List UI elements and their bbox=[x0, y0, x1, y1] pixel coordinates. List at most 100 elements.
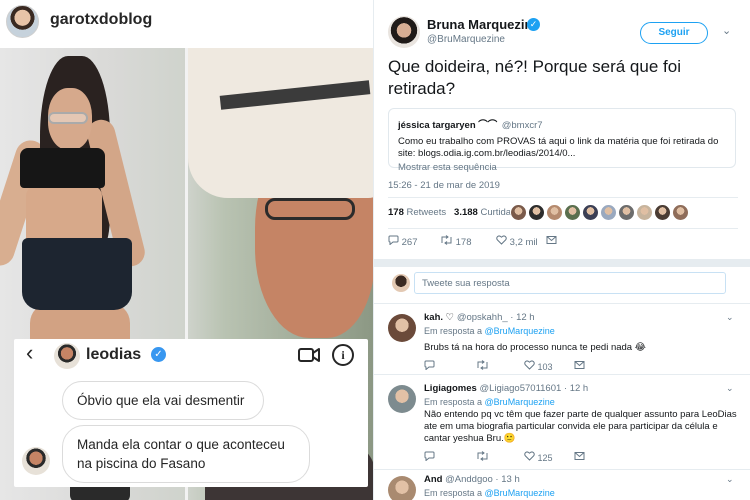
photo-sunglasses bbox=[48, 112, 88, 124]
in-reply-prefix: Em resposta a bbox=[424, 326, 483, 336]
quoted-tweet-name: jéssica targaryen ⌒⌒ bbox=[398, 120, 498, 131]
follow-button[interactable]: Seguir bbox=[640, 22, 708, 44]
liker-avatar[interactable] bbox=[636, 204, 653, 221]
retweet-action[interactable] bbox=[476, 451, 489, 463]
reply-avatar[interactable] bbox=[388, 385, 416, 413]
tweet-text: Que doideira, né?! Porque será que foi r… bbox=[388, 57, 681, 98]
retweets-label[interactable]: Retweets bbox=[407, 207, 447, 218]
reply-author[interactable]: Ligiagomes @Ligiago57011601 · 12 h bbox=[424, 383, 588, 394]
reply-action[interactable]: 267 bbox=[388, 235, 418, 248]
in-reply-to: Em resposta a @BruMarquezine bbox=[424, 488, 555, 498]
reply-action[interactable] bbox=[424, 451, 435, 463]
reply-tweet[interactable]: kah. ♡ @opskahh_ · 12 h ⌄ Em resposta a … bbox=[374, 304, 750, 375]
liker-avatar[interactable] bbox=[672, 204, 689, 221]
liker-avatar[interactable] bbox=[564, 204, 581, 221]
reply-text: Brubs tá na hora do processo nunca te pe… bbox=[424, 342, 646, 353]
tweet-author-avatar[interactable] bbox=[388, 16, 420, 48]
reply-count: 267 bbox=[401, 237, 418, 248]
liker-avatar[interactable] bbox=[618, 204, 635, 221]
dm-avatar[interactable] bbox=[54, 343, 80, 369]
dm-message: Óbvio que ela vai desmentir bbox=[62, 381, 264, 420]
show-thread-link[interactable]: Mostrar esta sequência bbox=[398, 162, 726, 173]
like-count: 125 bbox=[537, 453, 553, 463]
direct-message-screenshot: ‹ leodias ✓ i Óbvio que ela vai desmenti… bbox=[14, 339, 368, 487]
instagram-post-header: garotxdoblog bbox=[0, 0, 373, 44]
reply-text: Não entendo pq vc têm que fazer parte de… bbox=[424, 409, 737, 444]
heart-icon bbox=[496, 235, 507, 245]
chevron-down-icon[interactable]: ⌄ bbox=[726, 312, 734, 323]
reply-action[interactable] bbox=[424, 360, 435, 372]
heart-icon bbox=[524, 360, 535, 370]
photo-man-glasses bbox=[265, 198, 355, 220]
tweet-actions: 267 178 3,2 mil bbox=[388, 235, 588, 251]
liker-avatar[interactable] bbox=[510, 204, 527, 221]
verified-badge-icon: ✓ bbox=[151, 347, 166, 362]
reply-author-name: kah. ♡ bbox=[424, 312, 455, 323]
in-reply-to: Em resposta a @BruMarquezine bbox=[424, 397, 555, 407]
quoted-tweet-text: Como eu trabalho com PROVAS tá aqui o li… bbox=[398, 136, 719, 159]
reply-author-handle: @Anddgoo · 13 h bbox=[445, 474, 520, 485]
direct-message-action[interactable] bbox=[574, 360, 585, 372]
direct-message-action[interactable] bbox=[574, 451, 585, 463]
quoted-tweet[interactable]: jéssica targaryen ⌒⌒ @bmxcr7 Como eu tra… bbox=[388, 108, 736, 173]
retweet-icon bbox=[477, 360, 488, 370]
reply-author-name: And bbox=[424, 474, 443, 485]
chevron-down-icon[interactable]: ⌄ bbox=[722, 24, 731, 37]
instagram-post: garotxdoblog ‹ leodias ✓ i Óbvio que ela… bbox=[0, 0, 373, 500]
reply-author[interactable]: kah. ♡ @opskahh_ · 12 h bbox=[424, 312, 535, 323]
envelope-icon bbox=[574, 361, 585, 369]
instagram-username[interactable]: garotxdoblog bbox=[50, 11, 152, 29]
back-arrow-icon[interactable]: ‹ bbox=[26, 341, 33, 365]
avatar[interactable] bbox=[6, 5, 39, 38]
direct-message-action[interactable] bbox=[546, 235, 557, 248]
reply-actions: 125 bbox=[424, 451, 624, 465]
photo-woman-top bbox=[20, 148, 105, 188]
video-call-icon[interactable] bbox=[298, 347, 320, 363]
reply-avatar[interactable] bbox=[388, 314, 416, 342]
tweet-stats: 178 Retweets 3.188 Curtidas bbox=[388, 207, 516, 218]
reply-author[interactable]: And @Anddgoo · 13 h bbox=[424, 474, 520, 485]
in-reply-prefix: Em resposta a bbox=[424, 488, 483, 498]
like-count: 103 bbox=[537, 362, 553, 372]
liker-avatar[interactable] bbox=[528, 204, 545, 221]
in-reply-to: Em resposta a @BruMarquezine bbox=[424, 326, 555, 336]
liker-avatars[interactable] bbox=[510, 204, 730, 222]
quoted-tweet-handle: @bmxcr7 bbox=[501, 120, 543, 131]
reply-icon bbox=[424, 360, 435, 371]
tweet-author-name[interactable]: Bruna Marquezine bbox=[427, 17, 540, 32]
like-action[interactable]: 103 bbox=[524, 360, 553, 372]
info-icon[interactable]: i bbox=[332, 344, 354, 366]
twitter-tweet-view: Bruna Marquezine ✓ @BruMarquezine Seguir… bbox=[373, 0, 750, 500]
in-reply-handle[interactable]: @BruMarquezine bbox=[485, 326, 555, 336]
chevron-down-icon[interactable]: ⌄ bbox=[726, 383, 734, 394]
tweet-timestamp[interactable]: 15:26 - 21 de mar de 2019 bbox=[388, 180, 500, 191]
retweet-icon bbox=[477, 451, 488, 461]
quoted-tweet-author: jéssica targaryen ⌒⌒ @bmxcr7 bbox=[398, 115, 726, 133]
reply-tweet[interactable]: And @Anddgoo · 13 h ⌄ Em resposta a @Bru… bbox=[374, 470, 750, 500]
retweets-count[interactable]: 178 bbox=[388, 207, 404, 218]
liker-avatar[interactable] bbox=[600, 204, 617, 221]
reply-icon bbox=[424, 451, 435, 462]
verified-badge-icon: ✓ bbox=[527, 18, 540, 31]
reply-author-handle: @Ligiago57011601 · 12 h bbox=[479, 383, 589, 394]
retweet-action[interactable]: 178 bbox=[440, 235, 472, 248]
chevron-down-icon[interactable]: ⌄ bbox=[726, 474, 734, 485]
liker-avatar[interactable] bbox=[582, 204, 599, 221]
retweet-action[interactable] bbox=[476, 360, 489, 372]
in-reply-prefix: Em resposta a bbox=[424, 397, 483, 407]
envelope-icon bbox=[546, 236, 557, 244]
divider bbox=[388, 197, 738, 198]
dm-username[interactable]: leodias bbox=[86, 346, 141, 364]
like-action[interactable]: 3,2 mil bbox=[496, 235, 538, 248]
reply-input[interactable]: Tweete sua resposta bbox=[414, 272, 726, 294]
divider bbox=[388, 228, 738, 229]
in-reply-handle[interactable]: @BruMarquezine bbox=[485, 488, 555, 498]
liker-avatar[interactable] bbox=[654, 204, 671, 221]
liker-avatar[interactable] bbox=[546, 204, 563, 221]
in-reply-handle[interactable]: @BruMarquezine bbox=[485, 397, 555, 407]
likes-count[interactable]: 3.188 bbox=[454, 207, 478, 218]
like-action[interactable]: 125 bbox=[524, 451, 553, 463]
reply-tweet[interactable]: Ligiagomes @Ligiago57011601 · 12 h ⌄ Em … bbox=[374, 375, 750, 470]
tweet-author-handle[interactable]: @BruMarquezine bbox=[427, 34, 505, 45]
reply-avatar[interactable] bbox=[388, 476, 416, 500]
